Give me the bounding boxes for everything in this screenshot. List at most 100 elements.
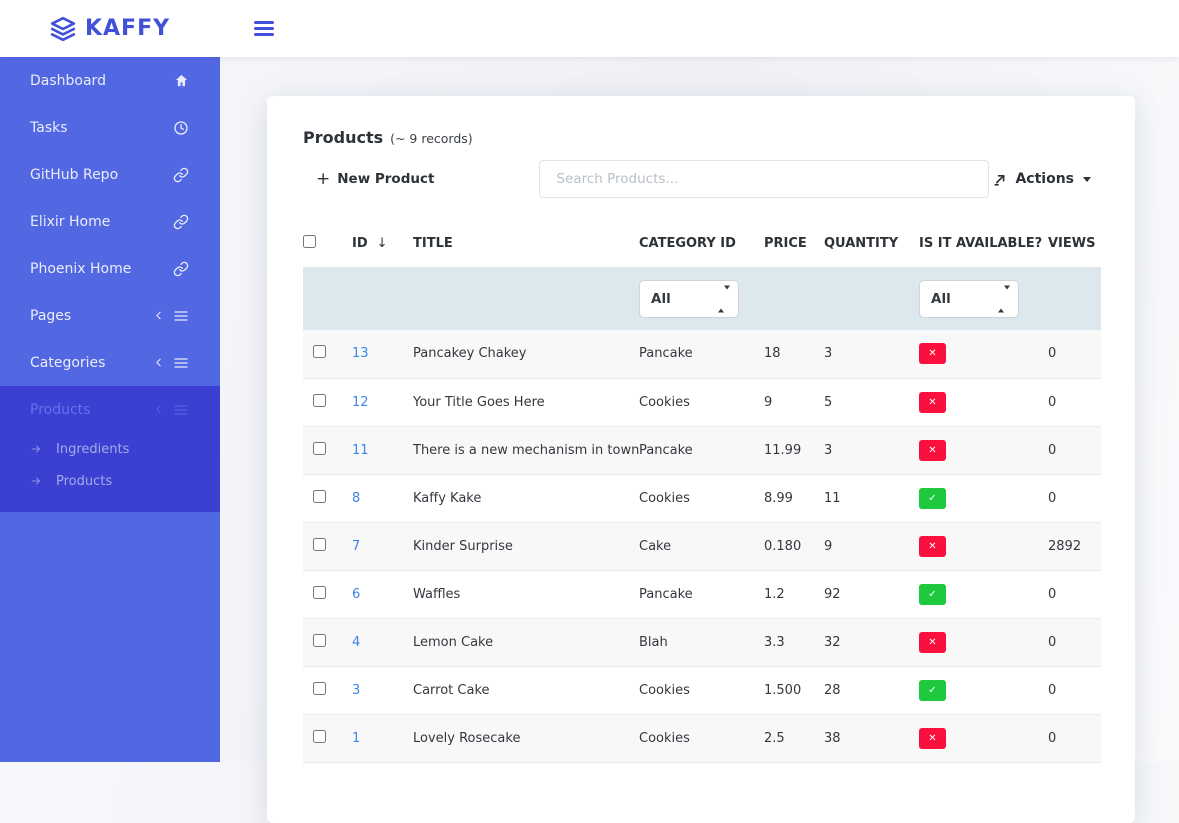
actions-dropdown-button[interactable]: Actions [993,171,1091,187]
new-product-label: New Product [337,171,434,187]
cell-quantity: 5 [824,378,919,426]
menu-icon [173,402,189,418]
sidebar-nav: Dashboard Tasks GitHub Repo Elixir Home … [0,57,220,762]
table-row: 12Your Title Goes HereCookies95✕0 [303,378,1101,426]
row-id-link[interactable]: 3 [352,683,360,698]
sidebar-subitem-label: Products [56,474,112,489]
search-input[interactable] [539,160,989,198]
cell-views: 0 [1048,378,1101,426]
sidebar-item-phoenix-home[interactable]: Phoenix Home [0,245,220,292]
cell-category: Pancake [639,570,764,618]
column-header-price[interactable]: PRICE [764,222,824,267]
chevron-left-icon [152,356,165,369]
sidebar-item-elixir-home[interactable]: Elixir Home [0,198,220,245]
row-checkbox[interactable] [313,682,326,695]
brand-name: KAFFY [85,16,170,41]
column-header-category[interactable]: CATEGORY ID [639,222,764,267]
column-header-available[interactable]: IS IT AVAILABLE? [919,222,1048,267]
layers-icon [50,16,76,42]
sidebar-subitem-ingredients[interactable]: Ingredients [0,433,220,465]
table-row: 8Kaffy KakeCookies8.9911✓0 [303,474,1101,522]
sidebar-subitem-label: Ingredients [56,442,129,457]
select-all-checkbox[interactable] [303,235,316,248]
page-title: Products [303,128,383,147]
sidebar-section-categories: Categories [0,339,220,386]
table-row: 3Carrot CakeCookies1.50028✓0 [303,666,1101,714]
row-id-link[interactable]: 4 [352,635,360,650]
cell-title: Kinder Surprise [413,522,639,570]
sidebar-section-dashboard: Dashboard [0,57,220,104]
row-checkbox[interactable] [313,586,326,599]
sidebar-item-tasks[interactable]: Tasks [0,104,220,151]
row-checkbox[interactable] [313,538,326,551]
row-id-link[interactable]: 13 [352,346,369,361]
row-checkbox[interactable] [313,442,326,455]
cell-category: Cookies [639,666,764,714]
filter-row: All All [303,267,1101,330]
cell-title: Carrot Cake [413,666,639,714]
arrow-right-icon [30,475,42,487]
cell-category: Blah [639,618,764,666]
arrow-up-right-icon [993,172,1008,187]
sidebar-item-categories[interactable]: Categories [0,339,220,386]
sidebar-item-label: Categories [30,355,105,371]
arrow-right-icon [30,443,42,455]
row-checkbox[interactable] [313,490,326,503]
row-id-link[interactable]: 1 [352,731,360,746]
sidebar-item-label: Products [30,402,90,418]
cell-views: 0 [1048,570,1101,618]
row-id-link[interactable]: 12 [352,395,369,410]
cell-title: Kaffy Kake [413,474,639,522]
row-id-link[interactable]: 11 [352,443,369,458]
category-filter-select[interactable]: All [639,280,739,318]
row-checkbox[interactable] [313,634,326,647]
availability-badge: ✕ [919,632,946,653]
column-header-views[interactable]: VIEWS [1048,222,1101,267]
cell-category: Cookies [639,378,764,426]
cell-quantity: 11 [824,474,919,522]
cell-quantity: 28 [824,666,919,714]
cell-quantity: 9 [824,522,919,570]
column-header-quantity[interactable]: QUANTITY [824,222,919,267]
cell-views: 0 [1048,474,1101,522]
link-icon [173,214,189,230]
cell-price: 2.5 [764,714,824,762]
cell-views: 0 [1048,714,1101,762]
cell-price: 0.180 [764,522,824,570]
sidebar-section-elixir-home: Elixir Home [0,198,220,245]
sort-desc-icon: ↓ [377,236,388,251]
row-id-link[interactable]: 8 [352,491,360,506]
table-row: 1Lovely RosecakeCookies2.538✕0 [303,714,1101,762]
column-header-id[interactable]: ID↓ [352,222,413,267]
sidebar-item-label: Tasks [30,120,68,136]
sidebar-item-dashboard[interactable]: Dashboard [0,57,220,104]
table-header-row: ID↓ TITLE CATEGORY ID PRICE QUANTITY IS … [303,222,1101,267]
chevron-left-icon [152,309,165,322]
sidebar-item-label: Phoenix Home [30,261,131,277]
menu-icon [173,355,189,371]
availability-badge: ✕ [919,343,946,364]
cell-quantity: 38 [824,714,919,762]
availability-badge: ✓ [919,584,946,605]
sidebar-subitem-products[interactable]: Products [0,465,220,497]
row-id-link[interactable]: 6 [352,587,360,602]
availability-filter-select[interactable]: All [919,280,1019,318]
sidebar-item-github-repo[interactable]: GitHub Repo [0,151,220,198]
brand-logo[interactable]: KAFFY [0,16,220,42]
column-header-title[interactable]: TITLE [413,222,639,267]
sidebar-item-label: Dashboard [30,73,106,89]
row-checkbox[interactable] [313,394,326,407]
table-row: 6WafflesPancake1.292✓0 [303,570,1101,618]
cell-category: Pancake [639,330,764,378]
sidebar-item-pages[interactable]: Pages [0,292,220,339]
availability-badge: ✓ [919,680,946,701]
cell-title: Pancakey Chakey [413,330,639,378]
new-product-button[interactable]: + New Product [316,171,434,188]
link-icon [173,167,189,183]
sidebar-item-products[interactable]: Products [0,386,220,433]
sidebar-toggle-button[interactable] [254,18,274,39]
row-id-link[interactable]: 7 [352,539,360,554]
row-checkbox[interactable] [313,345,326,358]
sidebar-section-products: Products Ingredients Products [0,386,220,512]
row-checkbox[interactable] [313,730,326,743]
